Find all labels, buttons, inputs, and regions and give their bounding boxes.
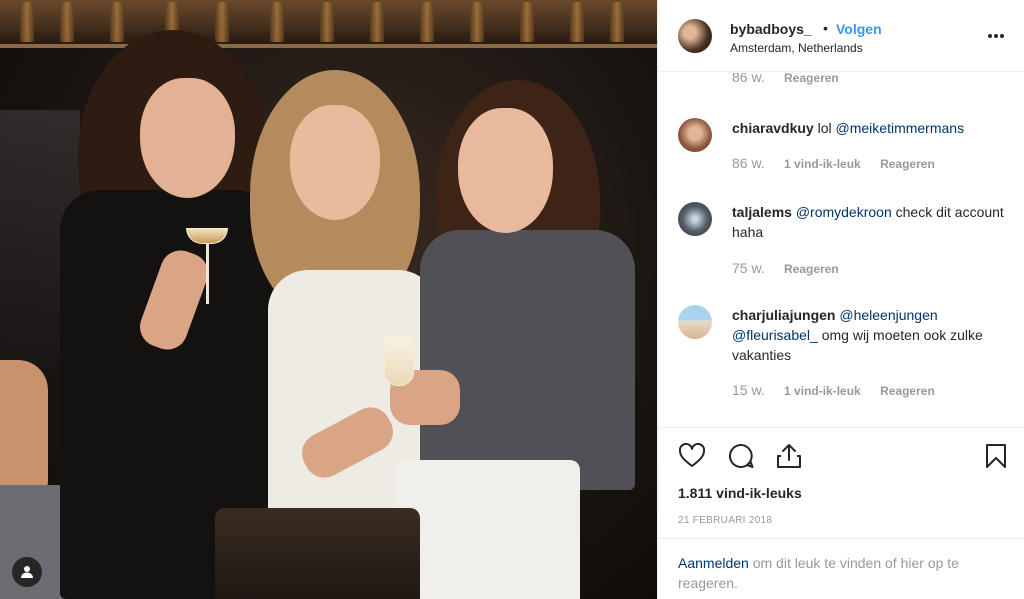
follow-button[interactable]: Volgen [836, 21, 882, 37]
share-icon [777, 444, 801, 468]
person-icon [21, 566, 33, 578]
avatar[interactable] [678, 118, 712, 152]
header-separator: • [823, 20, 828, 36]
post-header: bybadboys_ • Volgen Amsterdam, Netherlan… [658, 0, 1024, 72]
post-photo[interactable] [0, 0, 657, 599]
comment-time: 86 w. [732, 73, 765, 85]
avatar[interactable] [678, 202, 712, 236]
post-side-panel: bybadboys_ • Volgen Amsterdam, Netherlan… [657, 0, 1024, 599]
comment-text: taljalems @romydekroon check dit account… [732, 204, 1004, 240]
location-link[interactable]: Amsterdam, Netherlands [730, 41, 863, 55]
share-button[interactable] [775, 442, 803, 470]
comment-text: chiaravdkuy lol @meiketimmermans [732, 120, 965, 136]
comment-meta: 86 w. 1 vind-ik-leuk Reageren [732, 155, 951, 171]
post-actions: 1.811 vind-ik-leuks 21 FEBRUARI 2018 Aan… [658, 427, 1024, 599]
login-link[interactable]: Aanmelden [678, 555, 749, 571]
comment-likes[interactable]: 1 vind-ik-leuk [784, 384, 861, 398]
more-horizontal-icon [988, 34, 1004, 38]
comments-list[interactable]: 86 w. Reageren chiaravdkuy lol @meiketim… [658, 73, 1024, 427]
comment-username[interactable]: chiaravdkuy [732, 120, 814, 136]
chair [215, 508, 420, 599]
reply-button[interactable]: Reageren [784, 73, 839, 85]
mention-link[interactable]: @fleurisabel_ [732, 327, 818, 343]
user-tags-button[interactable] [12, 557, 42, 587]
avatar[interactable] [678, 305, 712, 339]
heart-icon [678, 442, 706, 467]
comment-likes[interactable]: 1 vind-ik-leuk [784, 157, 861, 171]
previous-comment-meta: 86 w. Reageren [732, 73, 839, 85]
reply-button[interactable]: Reageren [880, 384, 935, 398]
reply-button[interactable]: Reageren [880, 157, 935, 171]
header-username[interactable]: bybadboys_ [730, 21, 812, 37]
login-prompt: Aanmelden om dit leuk te vinden of hier … [658, 538, 1024, 599]
comment-text: charjuliajungen @heleenjungen @fleurisab… [732, 307, 983, 363]
comment-time: 86 w. [732, 155, 765, 171]
bar-shelf [0, 0, 657, 46]
post-date: 21 FEBRUARI 2018 [678, 515, 773, 526]
comment-meta: 15 w. 1 vind-ik-leuk Reageren [732, 382, 951, 398]
bookmark-icon [986, 444, 1006, 468]
like-button[interactable] [678, 442, 706, 470]
comment-time: 15 w. [732, 382, 765, 398]
reply-button[interactable]: Reageren [784, 262, 839, 276]
comment-meta: 75 w. Reageren [732, 260, 855, 276]
comment-username[interactable]: charjuliajungen [732, 307, 835, 323]
login-text: Aanmelden om dit leuk te vinden of hier … [678, 555, 959, 591]
avatar[interactable] [678, 19, 712, 53]
comment-time: 75 w. [732, 260, 765, 276]
champagne-glass [384, 336, 414, 386]
more-options-button[interactable] [986, 26, 1006, 46]
mention-link[interactable]: @romydekroon [796, 204, 892, 220]
comment-icon [729, 443, 754, 468]
mention-link[interactable]: @heleenjungen [839, 307, 937, 323]
comment-button[interactable] [727, 442, 755, 470]
likes-count[interactable]: 1.811 vind-ik-leuks [678, 485, 802, 501]
mention-link[interactable]: @meiketimmermans [836, 120, 965, 136]
save-button[interactable] [982, 442, 1010, 470]
comment-username[interactable]: taljalems [732, 204, 792, 220]
